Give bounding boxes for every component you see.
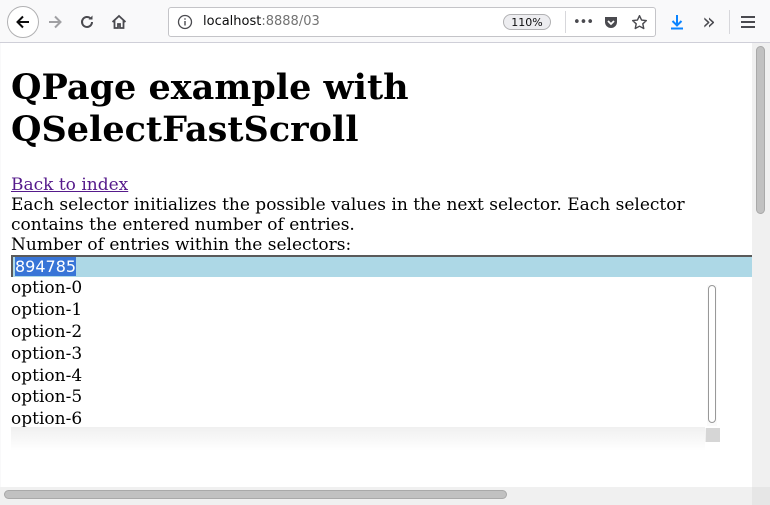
select-scroll-corner [706,428,720,442]
menu-button[interactable] [733,7,763,37]
back-button[interactable] [7,6,39,38]
overflow-button[interactable]: » [694,7,724,37]
page-title-line2: QSelectFastScroll [11,109,359,150]
toolbar-separator [729,10,730,34]
select-option[interactable]: option-3 [11,344,82,364]
download-icon [671,15,683,30]
back-icon [16,15,29,29]
home-button[interactable] [104,7,134,37]
overflow-icon: » [702,9,716,35]
bookmark-star-icon [631,14,647,29]
description-text: Each selector initializes the possible v… [11,195,685,235]
downloads-button[interactable] [662,7,692,37]
page-horizontal-scroll-thumb[interactable] [4,490,507,499]
entries-count-value: 894785 [15,257,77,276]
reload-icon [81,15,93,28]
page-title: QPage example with QSelectFastScroll [11,67,711,151]
scrollbar-corner [752,487,770,505]
page-actions-button[interactable]: ••• [570,8,596,36]
forward-icon [49,15,62,29]
page-vertical-scrollbar[interactable] [752,43,770,487]
forward-button[interactable] [40,7,70,37]
page-title-line1: QPage example with [11,67,409,108]
select-option[interactable]: option-0 [11,278,82,298]
reload-button[interactable] [72,7,102,37]
url-host: localhost [203,14,262,29]
select-option[interactable]: option-4 [11,366,82,386]
fast-scroll-select[interactable]: option-0 option-1 option-2 option-3 opti… [11,278,721,442]
page-content: QPage example with QSelectFastScroll Back… [1,43,752,487]
page-horizontal-scrollbar[interactable] [0,487,752,505]
zoom-indicator[interactable]: 110% [503,14,551,30]
select-option[interactable]: option-6 [11,409,82,429]
select-option[interactable]: option-5 [11,387,82,407]
select-vertical-scroll-thumb[interactable] [708,285,716,423]
pocket-button[interactable] [598,8,624,36]
entries-count-input[interactable]: 894785 [11,255,752,277]
browser-toolbar: localhost:8888/03 110% ••• » [0,0,770,43]
select-shadow [11,427,705,487]
select-option[interactable]: option-2 [11,322,82,342]
menu-icon [741,16,755,28]
url-text[interactable]: localhost:8888/03 [203,14,320,29]
select-vertical-scrollbar[interactable] [707,285,717,426]
back-to-index-link[interactable]: Back to index [11,175,128,195]
pocket-icon [605,17,617,28]
info-icon[interactable] [177,14,193,30]
url-bar[interactable]: localhost:8888/03 110% ••• [168,7,656,37]
url-path: :8888/03 [261,14,320,29]
url-separator [565,11,566,33]
home-icon [111,14,127,29]
bookmark-button[interactable] [626,8,652,36]
entries-label: Number of entries within the selectors: [11,235,352,255]
page-vertical-scroll-thumb[interactable] [756,46,765,214]
select-option[interactable]: option-1 [11,300,82,320]
page-actions-icon: ••• [572,14,594,30]
